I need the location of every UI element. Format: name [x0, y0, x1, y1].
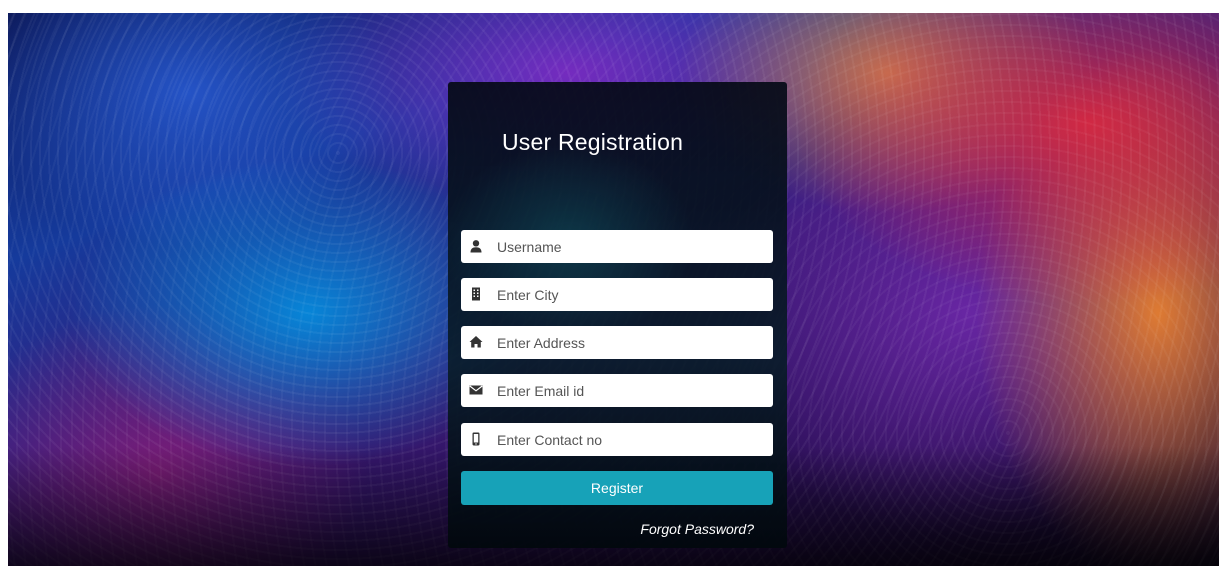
username-field	[461, 230, 773, 263]
email-input[interactable]	[497, 374, 763, 407]
building-icon	[472, 287, 480, 301]
contact-field	[461, 423, 773, 456]
address-input[interactable]	[497, 326, 763, 359]
mobile-phone-icon	[472, 432, 480, 446]
form-title: User Registration	[502, 129, 684, 155]
city-field	[461, 278, 773, 311]
user-icon	[470, 240, 482, 253]
envelope-icon	[469, 385, 483, 395]
email-field	[461, 374, 773, 407]
background-artwork: User Registration Username Enter City En…	[8, 13, 1219, 566]
username-input[interactable]	[497, 230, 763, 263]
register-button[interactable]: Register	[461, 471, 773, 505]
city-input[interactable]	[497, 278, 763, 311]
home-icon	[469, 336, 483, 348]
forgot-password-link[interactable]: Forgot Password?	[640, 521, 754, 537]
registration-card: User Registration Username Enter City En…	[448, 82, 787, 548]
contact-input[interactable]	[497, 423, 763, 456]
address-field	[461, 326, 773, 359]
